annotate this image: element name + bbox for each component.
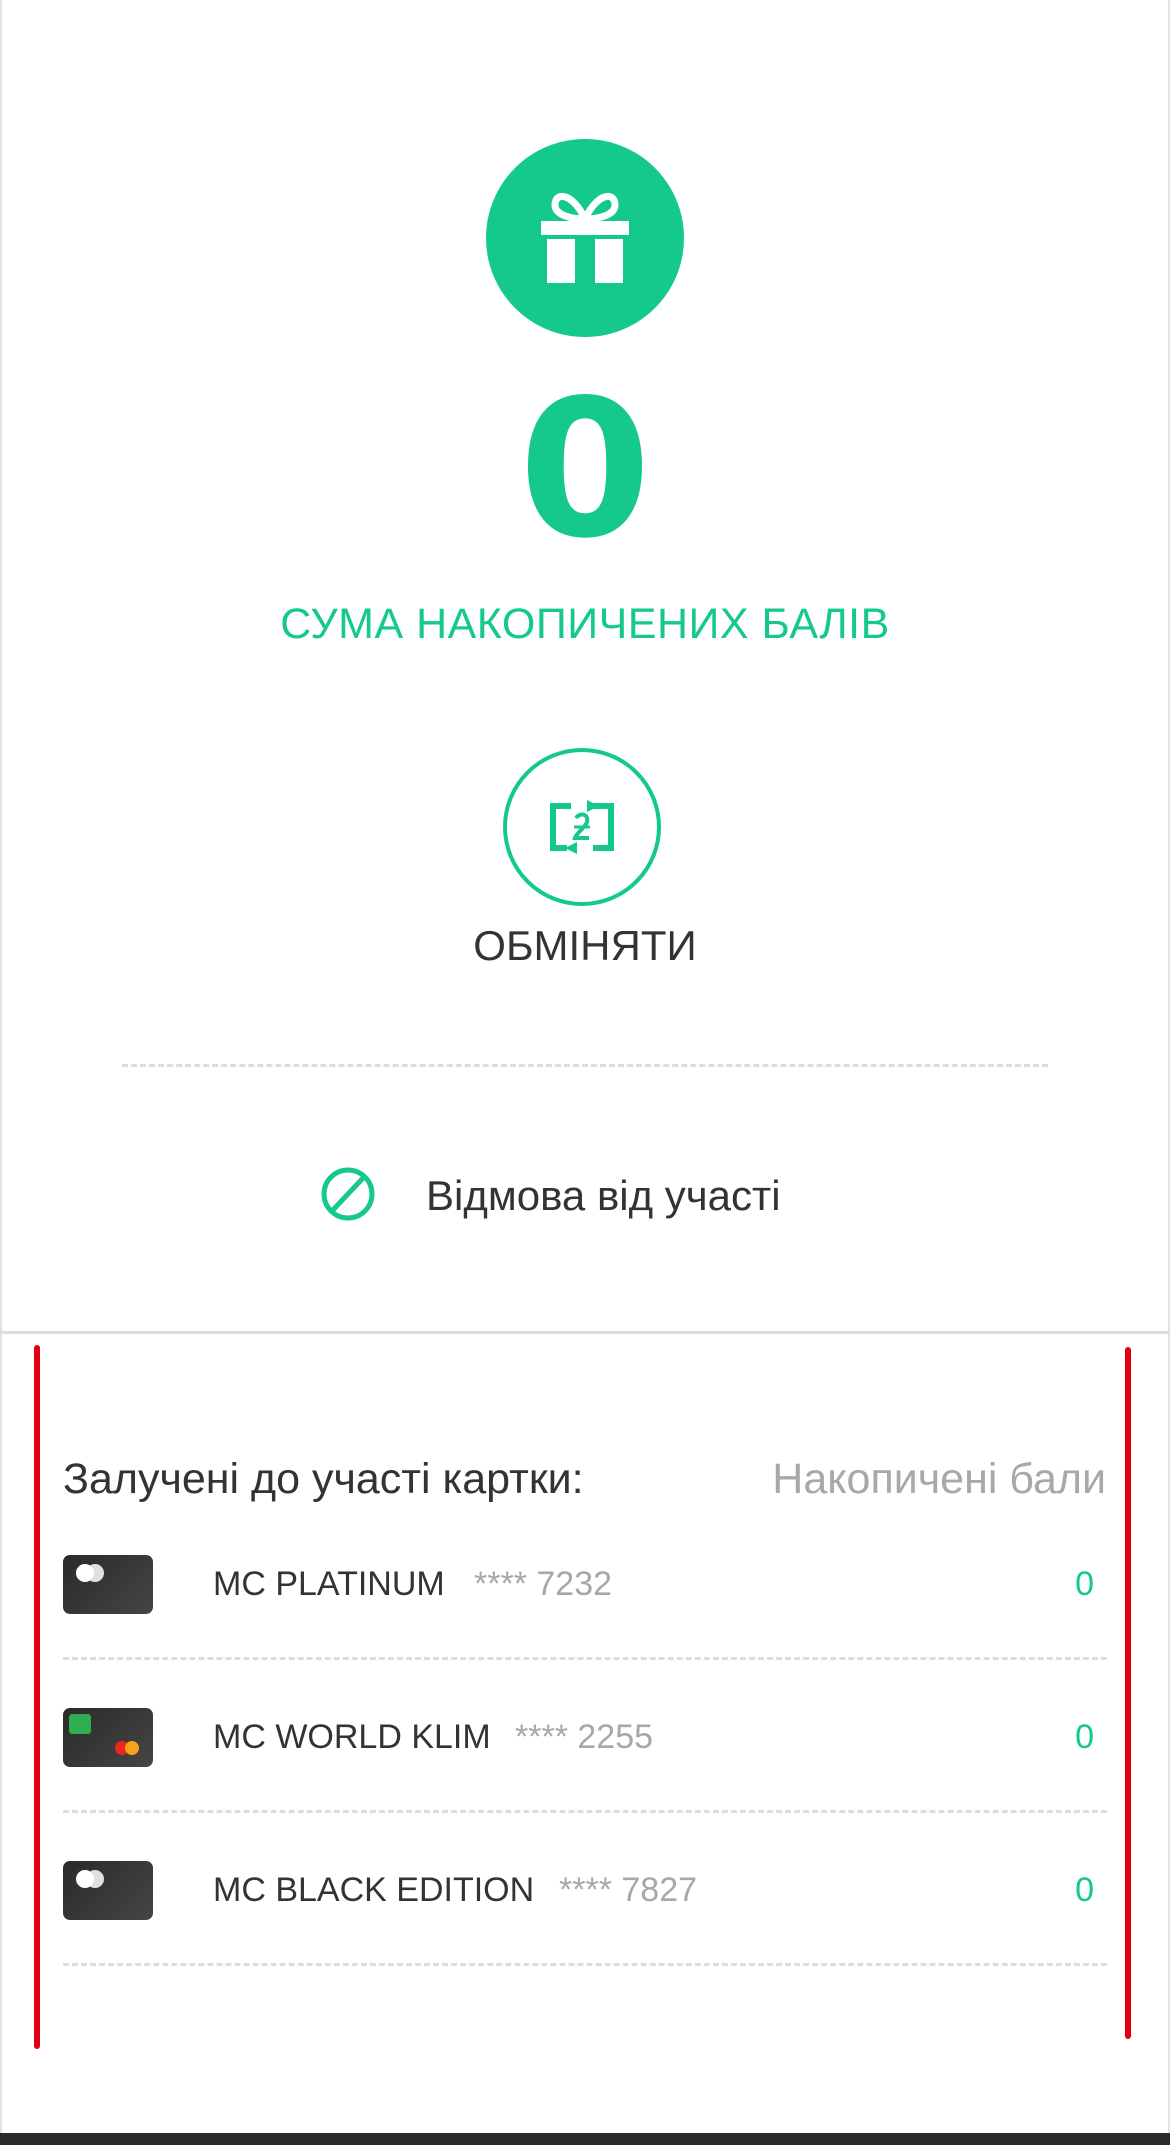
- card-row[interactable]: MC BLACK EDITION **** 7827 0: [63, 1861, 1107, 2014]
- gift-icon: [541, 192, 629, 283]
- card-thumbnail: [63, 1555, 153, 1614]
- card-number: **** 7827: [559, 1871, 698, 1909]
- card-points: 0: [1075, 1718, 1094, 1756]
- card-points: 0: [1075, 1565, 1094, 1603]
- optout-button[interactable]: Відмова від участі: [320, 1166, 920, 1228]
- card-row[interactable]: MC PLATINUM **** 7232 0: [63, 1555, 1107, 1708]
- cards-heading: Залучені до участі картки:: [63, 1455, 584, 1503]
- exchange-button[interactable]: [503, 748, 661, 906]
- card-name: MC WORLD KLIM: [213, 1718, 491, 1756]
- card-name: MC PLATINUM: [213, 1565, 445, 1603]
- exchange-label[interactable]: ОБМІНЯТИ: [0, 922, 1170, 970]
- points-column-heading: Накопичені бали: [772, 1455, 1106, 1503]
- row-divider: [63, 1810, 1107, 1813]
- row-divider: [63, 1657, 1107, 1660]
- row-divider: [63, 1963, 1107, 1966]
- gift-badge: [486, 139, 684, 337]
- card-row[interactable]: MC WORLD KLIM **** 2255 0: [63, 1708, 1107, 1861]
- divider: [122, 1064, 1048, 1067]
- card-thumbnail: [63, 1708, 153, 1767]
- card-name: MC BLACK EDITION: [213, 1871, 535, 1909]
- prohibited-icon: [321, 1167, 375, 1221]
- card-number: **** 2255: [515, 1718, 654, 1756]
- card-number: **** 7232: [474, 1565, 613, 1603]
- highlight-line-left: [34, 1345, 40, 2049]
- optout-label: Відмова від участі: [426, 1172, 781, 1219]
- points-total: 0: [518, 359, 652, 580]
- left-border: [0, 0, 2, 2135]
- card-points: 0: [1075, 1871, 1094, 1909]
- bottom-bar: [0, 2133, 1170, 2145]
- highlight-line-right: [1125, 1347, 1131, 2039]
- points-caption: СУМА НАКОПИЧЕНИХ БАЛІВ: [280, 600, 890, 648]
- card-thumbnail: [63, 1861, 153, 1920]
- currency-exchange-icon: [550, 800, 614, 854]
- section-divider: [0, 1331, 1170, 1334]
